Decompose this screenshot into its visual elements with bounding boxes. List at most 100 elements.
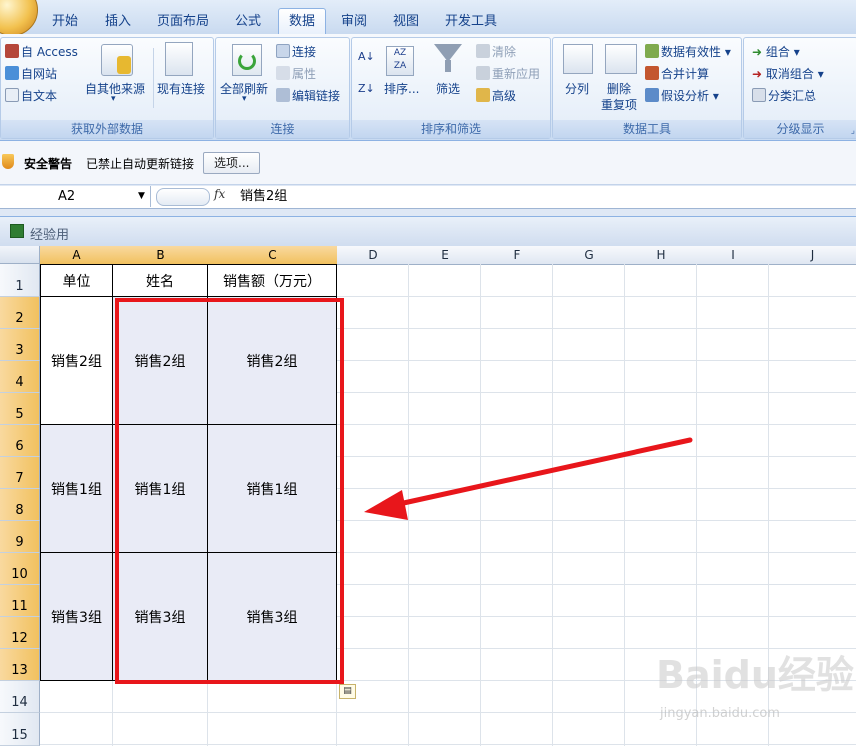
validation-icon bbox=[645, 44, 659, 58]
refresh-all-icon bbox=[232, 44, 262, 76]
row-header-4[interactable]: 4 bbox=[0, 361, 40, 393]
row-header-6[interactable]: 6 bbox=[0, 425, 40, 457]
column-header-f[interactable]: F bbox=[481, 246, 554, 265]
column-header-g[interactable]: G bbox=[553, 246, 626, 265]
row-header-9[interactable]: 9 bbox=[0, 521, 40, 553]
row-header-3[interactable]: 3 bbox=[0, 329, 40, 361]
tab-page-layout[interactable]: 页面布局 bbox=[148, 11, 218, 33]
connections-button[interactable]: 连接 bbox=[276, 43, 316, 60]
advanced-filter-icon bbox=[476, 88, 490, 102]
formula-input[interactable]: 销售2组 bbox=[240, 186, 287, 207]
fx-icon[interactable]: fx bbox=[214, 187, 225, 201]
text-file-icon bbox=[5, 88, 19, 102]
ungroup-button[interactable]: ➜ 取消组合 ▾ bbox=[752, 65, 824, 82]
dialog-launcher-icon[interactable]: ⌟ bbox=[851, 126, 855, 136]
office-button[interactable] bbox=[0, 0, 38, 36]
sort-button[interactable]: 排序... bbox=[384, 80, 419, 97]
group-outline: ➜ 组合 ▾ ➜ 取消组合 ▾ 分类汇总 分级显示 ⌟ bbox=[743, 37, 856, 139]
properties-button[interactable]: 属性 bbox=[276, 65, 316, 82]
ribbon-tab-strip: 开始 插入 页面布局 公式 数据 审阅 视图 开发工具 bbox=[0, 0, 856, 36]
column-header-j[interactable]: J bbox=[769, 246, 856, 265]
sort-ascending-icon[interactable]: A↓ bbox=[358, 50, 375, 63]
row-header-8[interactable]: 8 bbox=[0, 489, 40, 521]
from-access-button[interactable]: 自 Access bbox=[5, 43, 78, 60]
remove-duplicates-button-line2[interactable]: 重复项 bbox=[601, 96, 637, 113]
existing-connections-button[interactable]: 现有连接 bbox=[157, 80, 205, 97]
fx-area: fx bbox=[152, 186, 230, 207]
merged-cell-a2-a5[interactable]: 销售2组 bbox=[40, 297, 113, 425]
column-header-a[interactable]: A bbox=[40, 246, 114, 265]
text-to-columns-button[interactable]: 分列 bbox=[565, 80, 589, 97]
row-header-1[interactable]: 1 bbox=[0, 264, 40, 297]
group-label-outline: 分级显示 bbox=[744, 120, 856, 138]
select-all-corner[interactable] bbox=[0, 246, 40, 264]
cell-c1-header[interactable]: 销售额（万元） bbox=[208, 264, 337, 297]
link-icon bbox=[276, 88, 290, 102]
column-header-b[interactable]: B bbox=[113, 246, 209, 265]
chevron-down-icon[interactable]: ▼ bbox=[138, 186, 145, 207]
tab-review[interactable]: 审阅 bbox=[332, 11, 376, 33]
from-web-button[interactable]: 自网站 bbox=[5, 65, 57, 82]
tab-formulas[interactable]: 公式 bbox=[226, 11, 270, 33]
advanced-button[interactable]: 高级 bbox=[476, 87, 516, 104]
row-header-10[interactable]: 10 bbox=[0, 553, 40, 585]
column-header-c[interactable]: C bbox=[208, 246, 338, 265]
paste-options-icon[interactable]: ▤ bbox=[339, 684, 356, 699]
sort-descending-icon[interactable]: Z↓ bbox=[358, 82, 375, 95]
consolidate-button[interactable]: 合并计算 bbox=[645, 65, 709, 82]
tab-view[interactable]: 视图 bbox=[384, 11, 428, 33]
other-sources-button-icon[interactable] bbox=[99, 42, 133, 78]
group-button[interactable]: ➜ 组合 ▾ bbox=[752, 43, 800, 60]
options-button[interactable]: 选项... bbox=[203, 152, 261, 174]
merged-cell-a10-a13[interactable]: 销售3组 bbox=[40, 553, 113, 681]
remove-duplicates-button[interactable]: 删除 bbox=[607, 80, 631, 97]
workbook-window-title: 经验用 bbox=[0, 216, 856, 247]
reapply-button[interactable]: 重新应用 bbox=[476, 65, 540, 82]
what-if-analysis-button[interactable]: 假设分析 ▾ bbox=[645, 87, 719, 104]
row-header-7[interactable]: 7 bbox=[0, 457, 40, 489]
formula-bar: A2 ▼ fx 销售2组 bbox=[0, 186, 856, 209]
row-header-2[interactable]: 2 bbox=[0, 297, 40, 329]
column-header-i[interactable]: I bbox=[697, 246, 770, 265]
cell-a1-header[interactable]: 单位 bbox=[40, 264, 113, 297]
watermark-url: jingyan.baidu.com bbox=[660, 706, 780, 721]
row-header-11[interactable]: 11 bbox=[0, 585, 40, 617]
row-header-12[interactable]: 12 bbox=[0, 617, 40, 649]
what-if-icon bbox=[645, 88, 659, 102]
subtotal-button[interactable]: 分类汇总 bbox=[752, 87, 816, 104]
row-header-15[interactable]: 15 bbox=[0, 713, 40, 746]
tab-developer[interactable]: 开发工具 bbox=[436, 11, 506, 33]
worksheet-grid[interactable]: A B C D E F G H I J 1 2 3 4 5 6 7 8 9 10… bbox=[0, 246, 856, 746]
tab-home[interactable]: 开始 bbox=[42, 11, 88, 33]
red-arrow-annotation bbox=[364, 437, 693, 520]
subtotal-icon bbox=[752, 88, 766, 102]
chevron-down-icon: ▾ bbox=[242, 94, 247, 104]
column-header-d[interactable]: D bbox=[337, 246, 410, 265]
row-header-5[interactable]: 5 bbox=[0, 393, 40, 425]
edit-links-button[interactable]: 编辑链接 bbox=[276, 87, 340, 104]
security-warning-title: 安全警告 bbox=[24, 157, 73, 171]
from-text-button[interactable]: 自文本 bbox=[5, 87, 57, 104]
filter-icon-stem bbox=[445, 60, 451, 72]
name-box-value: A2 bbox=[58, 189, 76, 204]
cell-b1-header[interactable]: 姓名 bbox=[113, 264, 208, 297]
text-to-columns-icon bbox=[563, 44, 593, 74]
clear-button[interactable]: 清除 bbox=[476, 43, 516, 60]
name-box[interactable]: A2 ▼ bbox=[0, 186, 151, 207]
row-header-13[interactable]: 13 bbox=[0, 649, 40, 681]
column-header-h[interactable]: H bbox=[625, 246, 698, 265]
group-get-external-data: 自 Access 自网站 自文本 自其他来源 ▾ 现有连接 获取外部数据 bbox=[0, 37, 214, 139]
security-warning-bar: 安全警告 已禁止自动更新链接 选项... bbox=[0, 141, 856, 185]
column-header-e[interactable]: E bbox=[409, 246, 482, 265]
workbook-name: 经验用 bbox=[30, 228, 70, 243]
data-validation-button[interactable]: 数据有效性 ▾ bbox=[645, 43, 731, 60]
access-icon bbox=[5, 44, 19, 58]
row-header-14[interactable]: 14 bbox=[0, 681, 40, 713]
baidu-watermark-logo: Baidu经验 bbox=[656, 653, 854, 697]
tab-data[interactable]: 数据 bbox=[278, 8, 326, 35]
filter-button[interactable]: 筛选 bbox=[436, 80, 460, 97]
formula-bar-divider[interactable] bbox=[156, 188, 210, 206]
group-label-connections: 连接 bbox=[216, 120, 349, 138]
merged-cell-a6-a9[interactable]: 销售1组 bbox=[40, 425, 113, 553]
tab-insert[interactable]: 插入 bbox=[96, 11, 140, 33]
